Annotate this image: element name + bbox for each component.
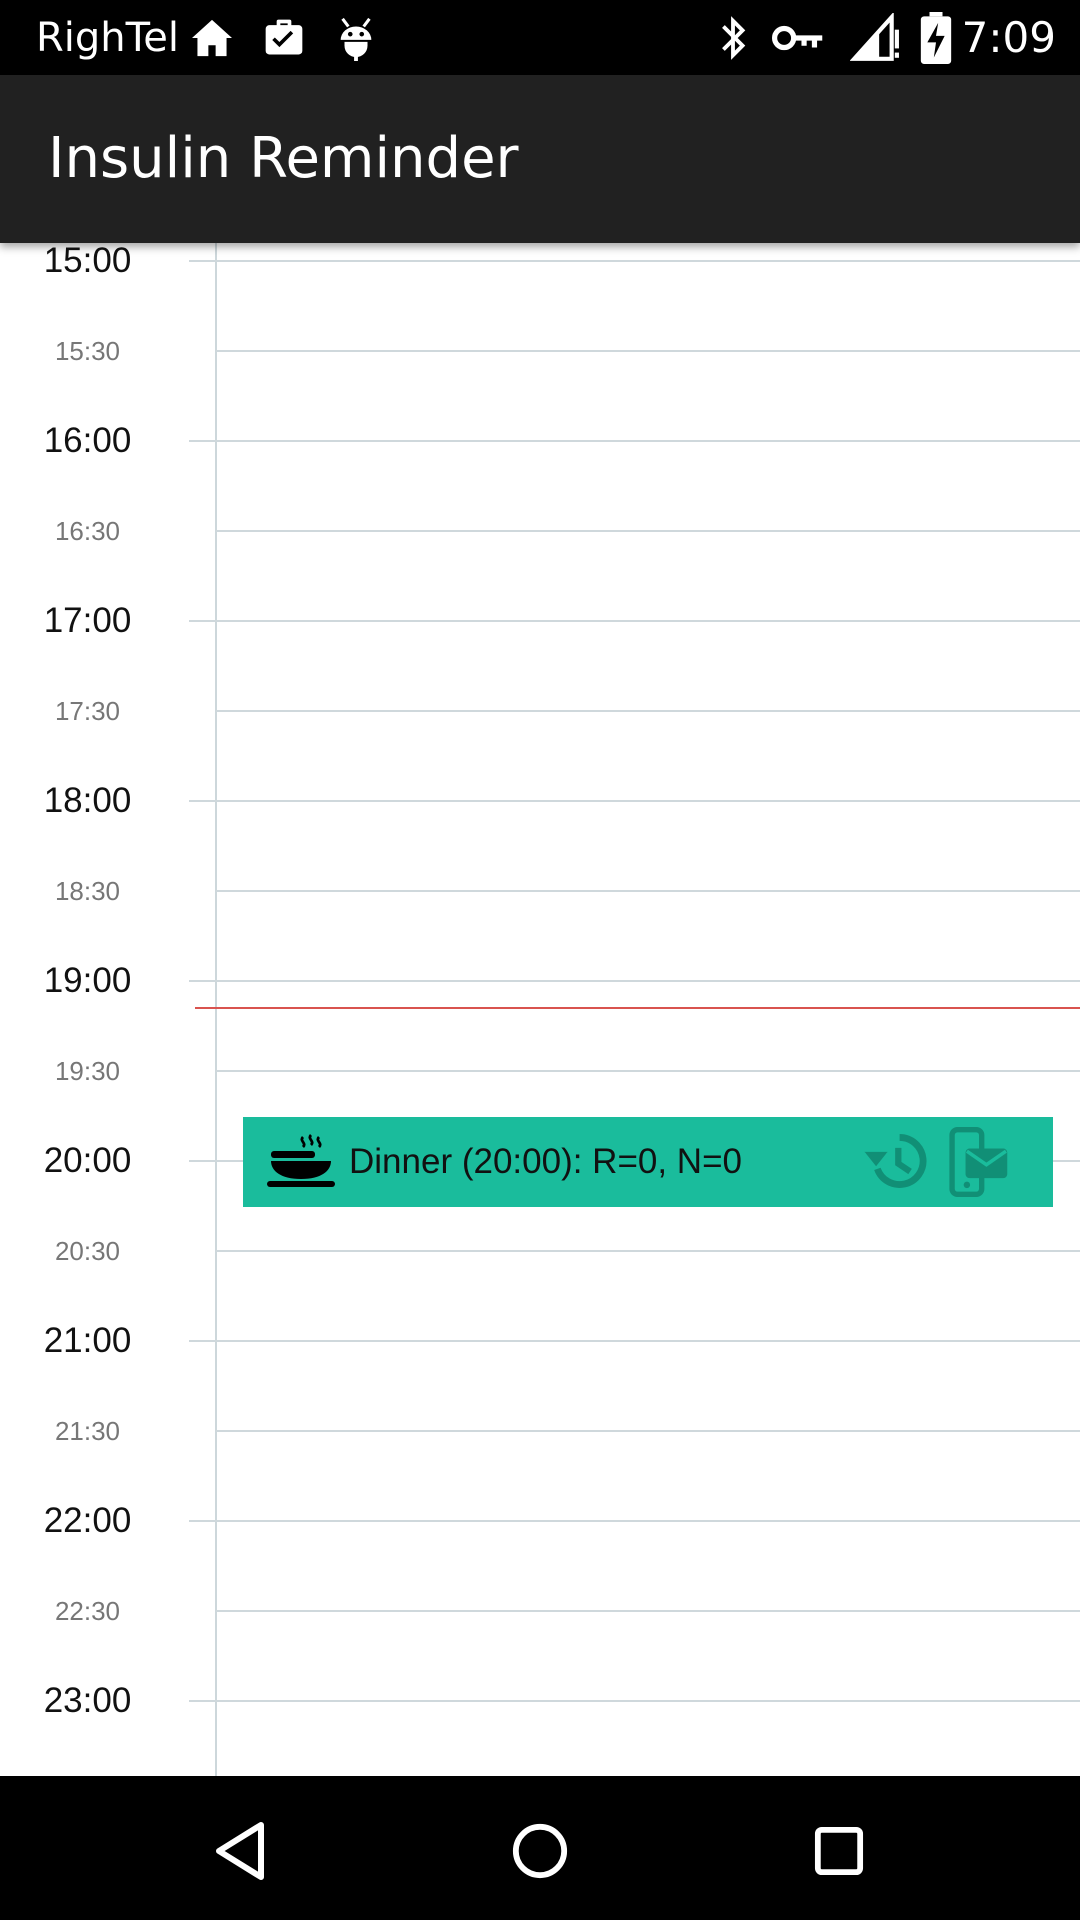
- hour-label: 17:00: [43, 601, 132, 640]
- briefcase-check-icon: [262, 12, 306, 64]
- hour-gridline: [189, 260, 1080, 262]
- half-hour-gridline: [216, 1250, 1080, 1252]
- half-hour-gridline: [216, 710, 1080, 712]
- meal-icon: [265, 1133, 337, 1195]
- half-hour-gridline: [216, 1070, 1080, 1072]
- hour-gridline: [189, 1520, 1080, 1522]
- hour-label: 23:00: [43, 1681, 132, 1720]
- hour-gridline: [189, 800, 1080, 802]
- sms-icon[interactable]: [948, 1127, 1010, 1201]
- hour-gridline: [189, 440, 1080, 442]
- half-hour-label: 18:30: [54, 876, 121, 906]
- time-column-divider: [215, 243, 217, 1776]
- hour-gridline: [189, 620, 1080, 622]
- current-time-indicator: [195, 1007, 1080, 1009]
- hour-label: 21:00: [43, 1321, 132, 1360]
- page-title: Insulin Reminder: [48, 126, 519, 191]
- android-debug-icon: [336, 12, 376, 64]
- recents-icon[interactable]: [806, 1818, 872, 1884]
- hour-label: 18:00: [43, 781, 132, 820]
- hour-label: 22:00: [43, 1501, 132, 1540]
- hour-gridline: [189, 1340, 1080, 1342]
- half-hour-gridline: [216, 890, 1080, 892]
- vpn-key-icon: [772, 12, 824, 64]
- carrier-name: RighTel: [36, 15, 180, 61]
- hour-gridline: [189, 980, 1080, 982]
- home-icon: [190, 12, 234, 64]
- half-hour-label: 15:30: [54, 336, 121, 366]
- half-hour-label: 22:30: [54, 1596, 121, 1626]
- bluetooth-icon: [716, 12, 750, 64]
- clock: 7:09: [961, 13, 1056, 62]
- status-bar: RighTel 7:09: [0, 0, 1080, 75]
- home-circle-icon[interactable]: [507, 1818, 573, 1884]
- hour-label: 20:00: [43, 1141, 132, 1180]
- app-bar: Insulin Reminder: [0, 75, 1080, 243]
- half-hour-gridline: [216, 350, 1080, 352]
- hour-label: 19:00: [43, 961, 132, 1000]
- back-icon[interactable]: [208, 1818, 274, 1884]
- navigation-bar: [0, 1776, 1080, 1920]
- calendar-day-view[interactable]: 15:00 15:30 16:00 16:30 17:00 17:30 18:00 18:30…: [0, 243, 1080, 1776]
- event-title: Dinner (20:00): R=0, N=0: [349, 1142, 742, 1181]
- hour-gridline: [189, 1700, 1080, 1702]
- half-hour-gridline: [216, 530, 1080, 532]
- history-icon[interactable]: [863, 1129, 931, 1197]
- hour-label: 16:00: [43, 421, 132, 460]
- half-hour-label: 20:30: [54, 1236, 121, 1266]
- half-hour-label: 21:30: [54, 1416, 121, 1446]
- signal-icon: [850, 12, 900, 64]
- half-hour-label: 19:30: [54, 1056, 121, 1086]
- half-hour-gridline: [216, 1610, 1080, 1612]
- event-dinner[interactable]: Dinner (20:00): R=0, N=0: [243, 1117, 1053, 1207]
- battery-charging-icon: [920, 12, 952, 64]
- half-hour-label: 17:30: [54, 696, 121, 726]
- half-hour-label: 16:30: [54, 516, 121, 546]
- hour-label: 15:00: [43, 243, 132, 280]
- half-hour-gridline: [216, 1430, 1080, 1432]
